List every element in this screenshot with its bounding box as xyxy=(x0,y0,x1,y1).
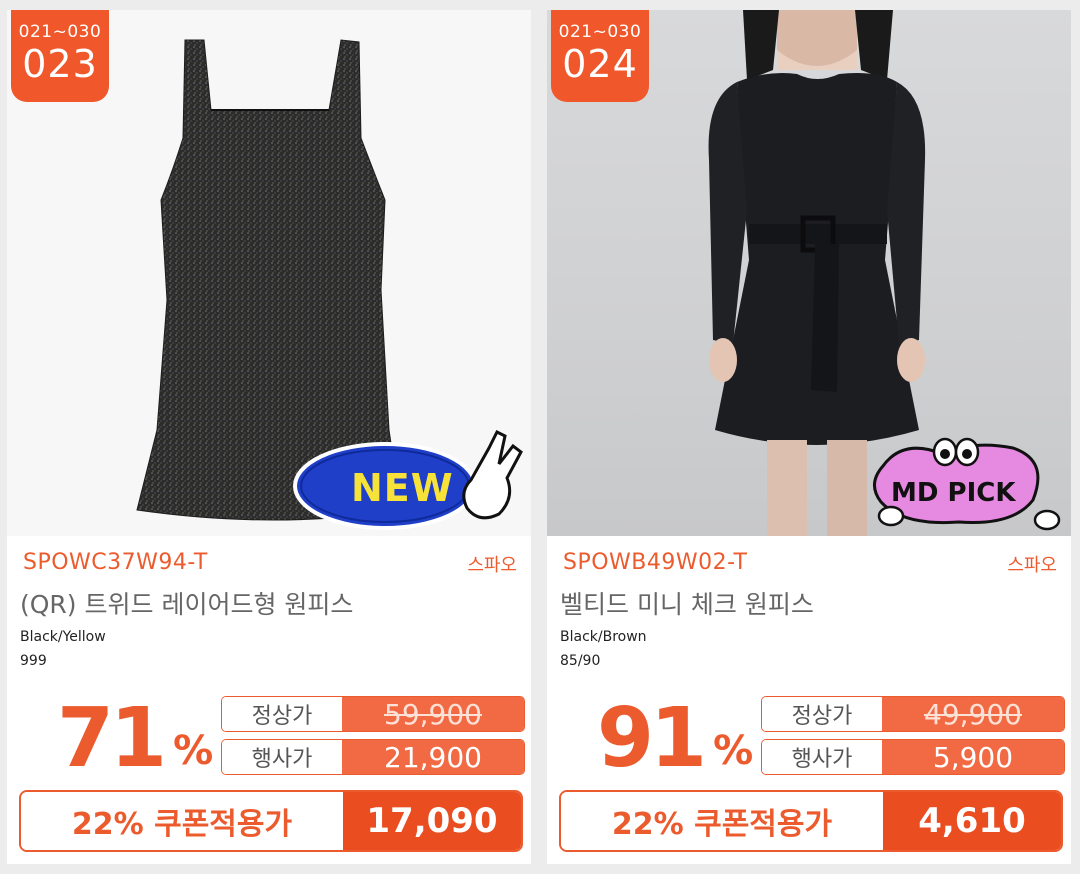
rank-range: 021~030 xyxy=(558,22,642,42)
rank-number: 023 xyxy=(22,42,98,86)
product-size: 999 xyxy=(20,653,47,669)
regular-price-text: 49,900 xyxy=(924,697,1022,731)
discount-number: 91 xyxy=(597,691,707,786)
regular-price-row: 정상가 49,900 xyxy=(761,696,1065,732)
discount-number: 71 xyxy=(57,691,167,786)
regular-price-row: 정상가 59,900 xyxy=(221,696,525,732)
rank-range: 021~030 xyxy=(18,22,102,42)
event-price-label: 행사가 xyxy=(762,740,882,774)
product-size: 85/90 xyxy=(560,653,601,669)
rank-badge: 021~030 024 xyxy=(551,10,649,102)
event-price-label: 행사가 xyxy=(222,740,342,774)
coupon-label: 22% 쿠폰적용가 xyxy=(21,792,343,850)
product-card[interactable]: 021~030 024 MD PICK SPOWB49W02-T 스파오 벨티드… xyxy=(547,10,1071,864)
brand-name: 스파오 xyxy=(1007,555,1057,576)
regular-price-value: 59,900 xyxy=(342,697,524,731)
regular-price-label: 정상가 xyxy=(222,697,342,731)
event-price-value: 21,900 xyxy=(342,740,524,774)
product-name[interactable]: (QR) 트위드 레이어드형 원피스 xyxy=(20,585,353,621)
product-code[interactable]: SPOWB49W02-T xyxy=(563,550,748,575)
regular-price-label: 정상가 xyxy=(762,697,882,731)
new-sticker: NEW xyxy=(293,428,531,534)
discount-percent-sign: % xyxy=(713,728,754,774)
coupon-label: 22% 쿠폰적용가 xyxy=(561,792,883,850)
product-image[interactable]: 021~030 023 NEW xyxy=(7,10,531,536)
discount-rate: 91% xyxy=(597,694,753,784)
product-color: Black/Yellow xyxy=(20,629,106,645)
sticker-label: NEW xyxy=(351,466,454,510)
product-card[interactable]: 021~030 023 NEW SPOWC37W94-T 스파오 (QR) 트위… xyxy=(7,10,531,864)
coupon-price: 17,090 xyxy=(343,792,521,850)
event-price-value: 5,900 xyxy=(882,740,1064,774)
coupon-price-box[interactable]: 22% 쿠폰적용가 4,610 xyxy=(559,790,1063,852)
brand-name: 스파오 xyxy=(467,555,517,576)
product-color: Black/Brown xyxy=(560,629,647,645)
rank-number: 024 xyxy=(562,42,638,86)
coupon-price: 4,610 xyxy=(883,792,1061,850)
discount-percent-sign: % xyxy=(173,728,214,774)
discount-rate: 71% xyxy=(57,694,213,784)
rank-badge: 021~030 023 xyxy=(11,10,109,102)
sticker-label: MD PICK xyxy=(891,478,1016,508)
event-price-row: 행사가 5,900 xyxy=(761,739,1065,775)
coupon-price-box[interactable]: 22% 쿠폰적용가 17,090 xyxy=(19,790,523,852)
regular-price-value: 49,900 xyxy=(882,697,1064,731)
product-image[interactable]: 021~030 024 MD PICK xyxy=(547,10,1071,536)
md-pick-sticker: MD PICK xyxy=(863,430,1063,534)
product-code[interactable]: SPOWC37W94-T xyxy=(23,550,208,575)
regular-price-text: 59,900 xyxy=(384,697,482,731)
event-price-row: 행사가 21,900 xyxy=(221,739,525,775)
product-name[interactable]: 벨티드 미니 체크 원피스 xyxy=(560,585,814,621)
